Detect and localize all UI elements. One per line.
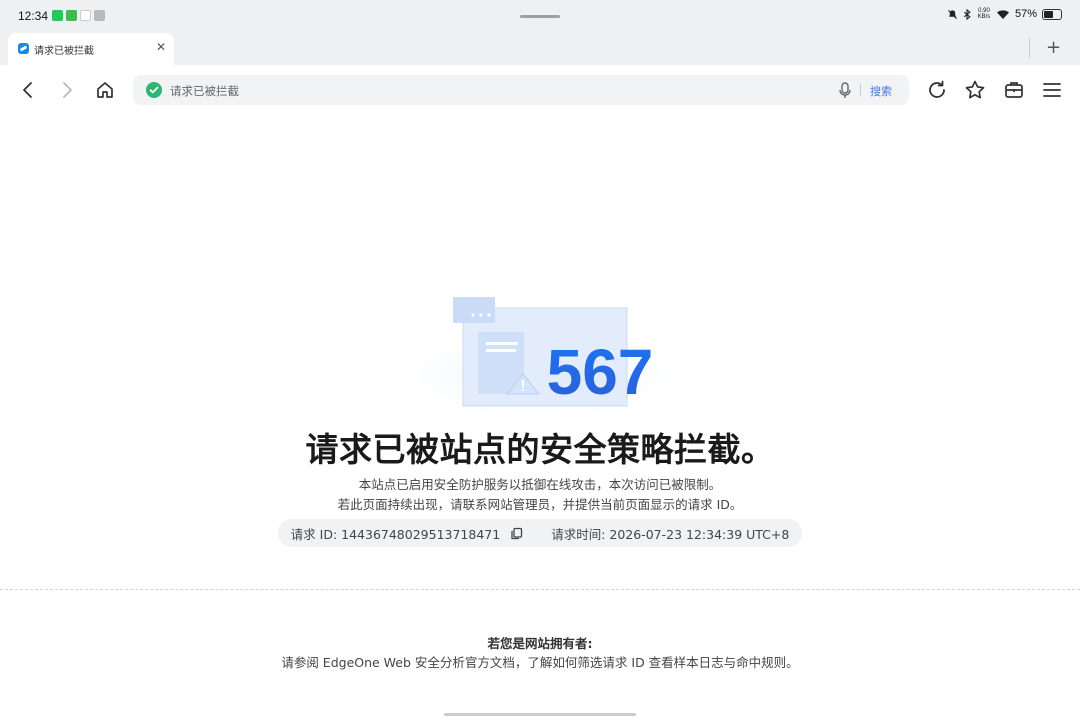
copy-icon[interactable] xyxy=(510,527,523,540)
search-button[interactable]: 搜索 xyxy=(870,83,892,99)
owner-heading: 若您是网站拥有者: xyxy=(487,636,593,651)
status-time: 12:34 xyxy=(18,9,49,23)
wifi-icon xyxy=(996,9,1009,19)
address-text[interactable]: 请求已被拦截 xyxy=(170,83,239,99)
reload-button[interactable] xyxy=(925,78,949,102)
status-right: 0.90 KB/s 57% xyxy=(947,8,1062,20)
page-title: 请求已被站点的安全策略拦截。 xyxy=(305,430,775,469)
microphone-icon[interactable] xyxy=(838,82,852,99)
section-divider xyxy=(0,589,1080,590)
home-indicator[interactable] xyxy=(444,713,636,716)
back-button[interactable] xyxy=(16,78,40,102)
tab-divider xyxy=(1029,38,1030,58)
forward-button[interactable] xyxy=(55,78,79,102)
address-bar[interactable]: 请求已被拦截 搜索 xyxy=(133,75,909,105)
status-bar: 12:34 0.90 KB/s 57% xyxy=(0,0,1080,33)
browser-toolbar: 请求已被拦截 搜索 xyxy=(0,65,1080,115)
new-tab-button[interactable]: + xyxy=(1046,37,1061,58)
task-check-icon xyxy=(66,10,77,21)
security-shield-icon xyxy=(146,82,162,98)
tab-strip: 请求已被拦截 ✕ + xyxy=(0,33,1080,65)
camera-icon xyxy=(94,10,105,21)
notification-icons xyxy=(52,10,105,21)
error-code-text: 567 xyxy=(547,336,654,408)
tab-close-icon[interactable]: ✕ xyxy=(156,40,166,54)
description-line-2: 若此页面持续出现，请联系网站管理员，并提供当前页面显示的请求 ID。 xyxy=(337,497,743,512)
blocked-illustration: 567 xyxy=(360,297,720,420)
description-line-1: 本站点已启用安全防护服务以抵御在线攻击，本次访问已被限制。 xyxy=(358,477,722,492)
reload-icon xyxy=(929,80,945,98)
home-icon xyxy=(97,82,113,98)
request-id: 请求 ID: 14436748029513718471 xyxy=(290,526,501,542)
owner-instructions: 请参阅 EdgeOne Web 安全分析官方文档，了解如何筛选请求 ID 查看样… xyxy=(281,655,799,670)
bookmark-button[interactable] xyxy=(963,78,987,102)
network-speed: 0.90 KB/s xyxy=(977,8,991,20)
star-icon xyxy=(965,80,985,99)
toolbox-button[interactable] xyxy=(1002,78,1026,102)
request-time: 请求时间: 2026-07-23 12:34:39 UTC+8 xyxy=(551,526,790,542)
mute-bell-icon xyxy=(947,9,957,19)
tab-active[interactable]: 请求已被拦截 ✕ xyxy=(8,33,174,65)
hamburger-menu-icon xyxy=(1043,83,1061,97)
address-separator xyxy=(860,84,861,96)
chevron-left-icon xyxy=(23,82,32,98)
multitask-handle[interactable] xyxy=(520,15,560,18)
request-info-bar: 请求 ID: 14436748029513718471 请求时间: 2026-0… xyxy=(278,519,802,547)
menu-button[interactable] xyxy=(1040,78,1064,102)
chevron-right-icon xyxy=(63,82,72,98)
battery-icon xyxy=(1042,8,1062,20)
wechat-icon xyxy=(52,10,63,21)
battery-percent: 57% xyxy=(1014,8,1037,20)
site-favicon-icon xyxy=(18,43,29,54)
home-button[interactable] xyxy=(93,78,117,102)
tab-title: 请求已被拦截 xyxy=(34,46,94,57)
toolbox-icon xyxy=(1005,82,1023,98)
qq-icon xyxy=(80,10,91,21)
bluetooth-icon xyxy=(963,8,971,20)
